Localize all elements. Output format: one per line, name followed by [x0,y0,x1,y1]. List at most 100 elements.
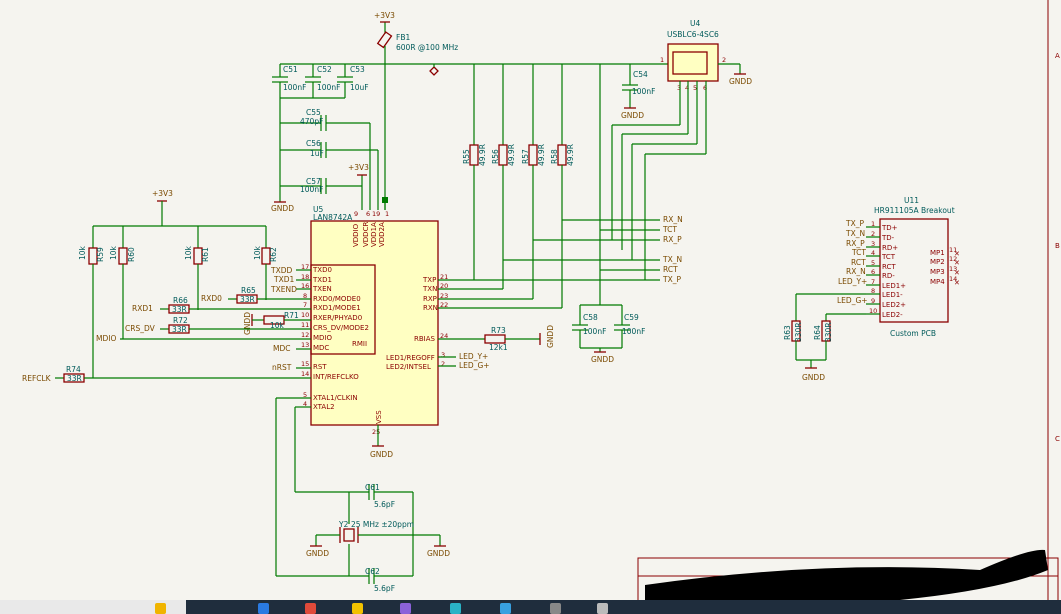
ic-u4-usblc6[interactable]: U4 USBLC6-4SC6 1 2 3 4 5 6 [660,19,726,92]
svg-text:9: 9 [354,210,358,218]
net-txend: TXEND [270,285,297,294]
resistor-r56[interactable]: R56 49.9R [491,144,516,166]
app-icon-8[interactable] [550,603,561,614]
svg-text:100nF: 100nF [583,327,606,336]
cap-c51[interactable]: C51 100nF [272,64,306,98]
cap-c59[interactable]: C59 100nF [614,313,645,336]
resistor-r59[interactable]: 10k R59 [78,245,105,265]
svg-text:C53: C53 [350,65,365,74]
svg-text:RXN: RXN [423,304,438,312]
svg-text:TXP: TXP [422,276,436,284]
resistor-r66[interactable]: R6633R [168,296,190,314]
cap-c57[interactable]: C57100nF [280,177,362,194]
net-txd1: TXD1 [273,275,294,284]
net-mdc: MDC [273,344,290,353]
svg-text:GNDD: GNDD [427,549,450,558]
svg-text:2: 2 [871,230,875,238]
svg-text:1: 1 [871,220,875,228]
svg-text:C54: C54 [633,70,648,79]
app-icon-4[interactable] [352,603,363,614]
resistor-r72[interactable]: R7233R [168,316,190,334]
svg-text:470pF: 470pF [300,117,323,126]
cap-c55[interactable]: C55470pF [280,108,370,131]
svg-text:2: 2 [441,360,445,368]
svg-text:VDDIO: VDDIO [352,223,360,247]
net-rx-p: RX_P [663,235,682,244]
svg-text:RMII: RMII [352,340,367,348]
svg-text:Custom PCB: Custom PCB [890,329,936,338]
cap-c62[interactable]: C62 5.6pF [365,567,395,593]
app-icon-6[interactable] [450,603,461,614]
svg-text:R59: R59 [96,247,105,262]
resistor-r73[interactable]: R73 12k1 [484,326,508,352]
gnd-c59: GNDD [591,348,614,364]
svg-text:MP2: MP2 [930,258,945,266]
resistor-r57[interactable]: R57 49.9R [521,144,546,166]
resistor-r60[interactable]: 10k R60 [109,245,136,265]
gnd-led: GNDD [802,360,825,382]
svg-text:10: 10 [869,307,877,315]
svg-text:C61: C61 [365,483,380,492]
svg-text:C52: C52 [317,65,332,74]
app-icon-1[interactable] [155,603,166,614]
cap-c61[interactable]: C61 5.6pF [365,483,395,509]
cap-c54[interactable]: C54 100nF [622,70,655,96]
svg-text:TXD0: TXD0 [312,266,332,274]
app-icon-9[interactable] [597,603,608,614]
svg-text:VDD1A: VDD1A [370,222,378,247]
svg-text:RD+: RD+ [882,244,898,252]
resistor-r55[interactable]: R55 49.9R [462,144,487,166]
svg-text:49.9R: 49.9R [537,144,546,166]
svg-text:C55: C55 [306,108,321,117]
svg-text:+3V3: +3V3 [348,163,369,172]
svg-text:MP1: MP1 [930,249,945,257]
app-icon-5[interactable] [400,603,411,614]
svg-text:RXD0/MODE0: RXD0/MODE0 [313,295,361,303]
gnd-rbias: GNDD [539,325,555,348]
schematic-sheet[interactable]: A B C +3V3 FB1 600R @100 MHz C51 100nF C5… [0,0,1061,603]
resistor-r62[interactable]: 10k R62 [253,245,278,265]
svg-text:GNDD: GNDD [802,373,825,382]
svg-text:R60: R60 [127,247,136,262]
app-icon-3[interactable] [305,603,316,614]
svg-text:RXER/PHYAD0: RXER/PHYAD0 [313,314,362,322]
resistor-r58[interactable]: R58 49.9R [550,144,575,166]
svg-text:33R: 33R [172,325,187,334]
svg-text:R62: R62 [269,247,278,262]
net-tx-n: TX_N [662,255,682,264]
redaction-mark [645,549,1048,600]
svg-text:R58: R58 [550,149,559,164]
cap-c52[interactable]: C52 100nF [305,64,340,98]
svg-text:R72: R72 [173,316,188,325]
app-icon-2[interactable] [258,603,269,614]
cap-c53[interactable]: C53 10uF [337,64,369,98]
svg-text:33R: 33R [67,374,82,383]
svg-text:10: 10 [301,311,309,319]
svg-text:GNDD: GNDD [271,204,294,213]
resistor-r65[interactable]: R6533R [236,286,258,304]
svg-text:7: 7 [303,301,307,309]
ferrite-fb1[interactable]: FB1 600R @100 MHz [376,31,459,52]
svg-text:R71: R71 [284,311,299,320]
svg-text:1: 1 [660,56,664,64]
svg-text:GNDD: GNDD [729,77,752,86]
svg-text:R64: R64 [813,325,822,340]
net-tct: TCT [662,225,677,234]
svg-text:8: 8 [871,287,875,295]
cap-c56[interactable]: C561uF [280,139,378,158]
cap-c58[interactable]: C58 100nF [572,313,606,336]
resistor-r63[interactable]: R63 330R [783,320,803,342]
resistor-r61[interactable]: 10k R61 [184,245,210,265]
svg-text:✕: ✕ [954,279,960,287]
resistor-r74[interactable]: R7433R [63,365,85,383]
pwr-flag-icon [429,66,439,76]
resistor-r64[interactable]: R64 330R [813,320,833,342]
svg-text:49.9R: 49.9R [507,144,516,166]
app-icon-7[interactable] [500,603,511,614]
svg-text:U4: U4 [690,19,700,28]
svg-text:XTAL1/CLKIN: XTAL1/CLKIN [313,394,358,402]
svg-text:TXEN: TXEN [312,285,332,293]
svg-text:10k: 10k [253,245,262,260]
net-rxd0: RXD0 [201,294,222,303]
svg-text:15: 15 [301,360,309,368]
